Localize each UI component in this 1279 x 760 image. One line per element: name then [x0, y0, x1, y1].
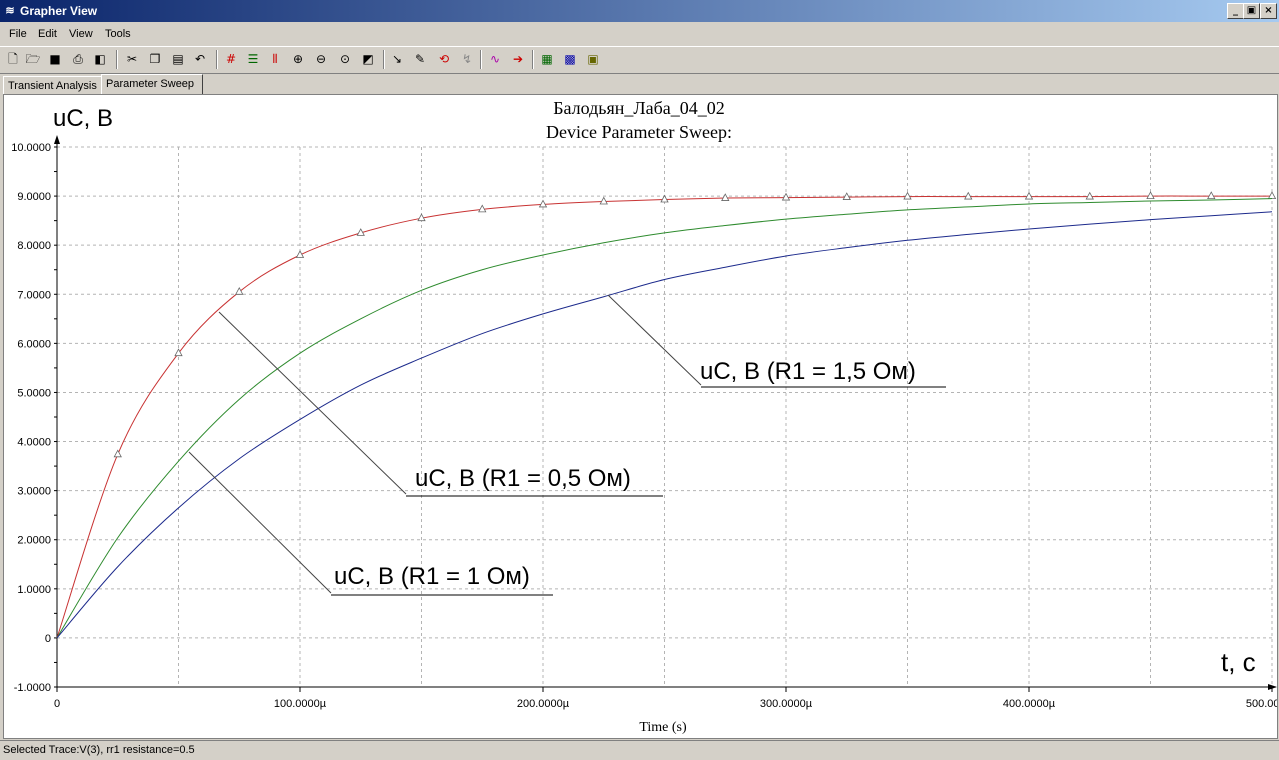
plot-panel[interactable]: -1.0000 0 1.0000 2.0000 3.0000 4.0000 5.0000 6.…: [3, 94, 1279, 739]
tab-parameter-sweep[interactable]: Parameter Sweep: [101, 74, 203, 96]
export-mathcad-icon[interactable]: ▩: [562, 51, 578, 67]
zoom-out-icon[interactable]: ⊖: [313, 51, 329, 67]
x-axis-label: Time (s): [639, 720, 687, 735]
x-axis-annotation: t, с: [1221, 647, 1256, 677]
zoom-area-icon[interactable]: ⊙: [337, 51, 353, 67]
series-marker: [1267, 191, 1277, 199]
series-marker: [660, 194, 669, 203]
print-icon[interactable]: ⎙: [70, 51, 86, 67]
open-icon[interactable]: 🗁: [25, 51, 41, 67]
series-marker: [1085, 191, 1094, 200]
app-icon: ≋: [5, 5, 15, 17]
undo-icon[interactable]: ↶: [192, 51, 208, 67]
series-marker: [235, 286, 244, 295]
paste-icon[interactable]: ▤: [170, 51, 186, 67]
menu-bar: File Edit View Tools: [0, 24, 1279, 44]
menu-edit[interactable]: Edit: [38, 28, 57, 40]
y-tick-label: 2.0000: [17, 535, 51, 547]
close-button[interactable]: ×: [1260, 3, 1277, 19]
label-r1-0-5: uC, В (R1 = 0,5 Ом): [415, 465, 631, 492]
y-tick-label: 9.0000: [17, 191, 51, 203]
cut-icon[interactable]: ✂: [124, 51, 140, 67]
y-axis-arrow: [54, 135, 60, 144]
chart-subtitle: Device Parameter Sweep:: [546, 122, 732, 142]
series-marker: [538, 199, 548, 208]
series-marker: [781, 192, 791, 201]
chart-svg: -1.000001.00002.00003.00004.00005.00006.…: [11, 98, 1279, 735]
grid-icon[interactable]: #: [223, 51, 239, 67]
menu-file[interactable]: File: [9, 28, 27, 40]
save-icon[interactable]: ■: [47, 51, 63, 67]
y-tick-label: 4.0000: [17, 437, 51, 449]
leader-line-r1-1: [188, 451, 332, 594]
add-trace-icon[interactable]: ∿: [487, 51, 503, 67]
export-icon[interactable]: ➔: [510, 51, 526, 67]
series-marker: [1146, 191, 1155, 199]
x-tick-label: 100.0000µ: [274, 698, 327, 710]
y-tick-label: 5.0000: [17, 387, 51, 399]
y-tick-label: 0: [45, 633, 51, 645]
reverse-colors-icon[interactable]: ⟲: [436, 51, 452, 67]
legend-icon[interactable]: ☰: [245, 51, 261, 67]
y-tick-label: 10.0000: [11, 142, 51, 154]
x-tick-label: 500.0000µ: [1246, 698, 1277, 710]
tab-transient-analysis[interactable]: Transient Analysis: [3, 76, 105, 96]
y-tick-label: 1.0000: [17, 584, 51, 596]
zoom-full-icon[interactable]: ◩: [360, 51, 376, 67]
cursors-icon[interactable]: ⫴: [267, 51, 283, 67]
new-icon[interactable]: 🗋: [5, 51, 21, 67]
series-marker: [113, 449, 122, 458]
series-marker: [599, 196, 608, 205]
series-marker: [721, 193, 730, 201]
label-r1-1: uC, В (R1 = 1 Ом): [334, 563, 530, 590]
trace-properties-icon[interactable]: ✎: [412, 51, 428, 67]
y-tick-label: 8.0000: [17, 240, 51, 252]
copy-graph-icon[interactable]: ↯: [459, 51, 475, 67]
restore-button[interactable]: ▣: [1243, 3, 1260, 19]
menu-view[interactable]: View: [69, 28, 93, 40]
series-marker: [1207, 191, 1216, 199]
y-tick-label: 6.0000: [17, 338, 51, 350]
export-excel-icon[interactable]: ▦: [539, 51, 555, 67]
annotation-layer: [188, 294, 946, 596]
x-tick-label: 0: [54, 698, 60, 710]
leader-line-r1-0-5: [218, 311, 407, 495]
toolbar: 🗋 🗁 ■ ⎙ ◧ ✂ ❐ ▤ ↶ # ☰ ⫴ ⊕ ⊖ ⊙ ◩ ↘ ✎ ⟲ ↯ …: [0, 46, 1279, 74]
series-layer: [56, 191, 1277, 639]
zoom-in-icon[interactable]: ⊕: [290, 51, 306, 67]
print-preview-icon[interactable]: ◧: [92, 51, 108, 67]
select-trace-icon[interactable]: ↘: [389, 51, 405, 67]
window-title: Grapher View: [20, 4, 98, 18]
y-axis-annotation: uC, В: [53, 105, 113, 132]
copy-icon[interactable]: ❐: [147, 51, 163, 67]
leader-line-r1-1-5: [607, 294, 702, 386]
y-tick-label: 7.0000: [17, 289, 51, 301]
x-tick-label: 300.0000µ: [760, 698, 813, 710]
y-tick-label: 3.0000: [17, 486, 51, 498]
label-r1-1-5: uC, В (R1 = 1,5 Ом): [700, 358, 916, 385]
x-tick-label: 200.0000µ: [517, 698, 570, 710]
chart-title: Балодьян_Лаба_04_02: [553, 98, 725, 118]
status-bar: Selected Trace:V(3), rr1 resistance=0.5: [0, 740, 1279, 760]
tab-strip: Transient Analysis Parameter Sweep: [0, 73, 1279, 96]
minimize-button[interactable]: _: [1227, 3, 1244, 19]
export-lvm-icon[interactable]: ▣: [585, 51, 601, 67]
axes-layer: -1.000001.00002.00003.00004.00005.00006.…: [11, 135, 1279, 710]
menu-tools[interactable]: Tools: [105, 28, 131, 40]
grid-layer: [57, 146, 1273, 688]
status-text: Selected Trace:V(3), rr1 resistance=0.5: [3, 744, 195, 756]
title-bar: ≋ Grapher View _ ▣ ×: [0, 0, 1279, 22]
y-tick-label: -1.0000: [14, 682, 51, 694]
x-tick-label: 400.0000µ: [1003, 698, 1056, 710]
